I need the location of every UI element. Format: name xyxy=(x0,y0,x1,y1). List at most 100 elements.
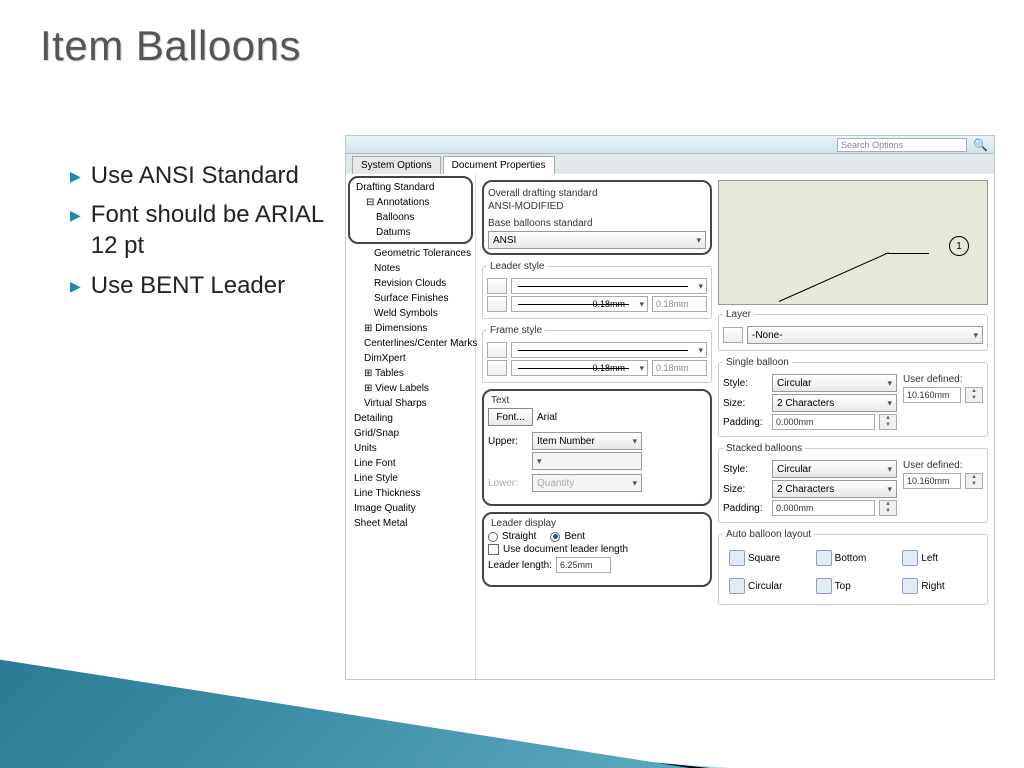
tab-document-properties[interactable]: Document Properties xyxy=(443,156,555,174)
base-standard-select[interactable]: ANSI xyxy=(488,231,706,249)
tree-centerlines[interactable]: Centerlines/Center Marks xyxy=(350,336,471,351)
tree-weldsymbols[interactable]: Weld Symbols xyxy=(350,306,471,321)
stacked-balloons-legend: Stacked balloons xyxy=(723,443,805,454)
spinner[interactable]: ▲▼ xyxy=(965,473,983,489)
frame-thick-select[interactable]: 0.18mm xyxy=(511,360,648,376)
stacked-userdef-input[interactable]: 10.160mm xyxy=(903,473,961,489)
single-size-select[interactable]: 2 Characters xyxy=(772,394,897,412)
tree-panel: Drafting Standard ⊟ Annotations Balloons… xyxy=(346,174,476,680)
single-padding-input[interactable]: 0.000mm xyxy=(772,414,875,430)
single-padding-label: Padding: xyxy=(723,417,768,428)
leader-length-label: Leader length: xyxy=(488,560,552,571)
single-style-label: Style: xyxy=(723,378,768,389)
radio-straight[interactable] xyxy=(488,532,498,542)
stacked-userdef-label: User defined: xyxy=(903,460,983,471)
tree-imagequality[interactable]: Image Quality xyxy=(350,501,471,516)
callout-overall-standard: Overall drafting standard ANSI-MODIFIED … xyxy=(482,180,712,255)
layout-left[interactable]: Left xyxy=(898,546,981,570)
leader-display-legend: Leader display xyxy=(488,518,559,529)
stacked-size-select[interactable]: 2 Characters xyxy=(772,480,897,498)
font-button[interactable]: Font... xyxy=(488,408,533,426)
tree-geotol[interactable]: Geometric Tolerances xyxy=(350,246,471,261)
tree-surfacefinish[interactable]: Surface Finishes xyxy=(350,291,471,306)
single-style-select[interactable]: Circular xyxy=(772,374,897,392)
bullet-text: Use BENT Leader xyxy=(91,270,285,301)
upper-extra-select[interactable] xyxy=(532,452,642,470)
straight-label: Straight xyxy=(502,531,536,542)
frame-line-select[interactable] xyxy=(511,342,707,358)
leader-style-legend: Leader style xyxy=(487,261,547,272)
auto-layout-group: Auto balloon layout Square Bottom Left C… xyxy=(718,529,988,605)
single-userdef-input[interactable]: 10.160mm xyxy=(903,387,961,403)
leader-thick-select[interactable]: 0.18mm xyxy=(511,296,648,312)
tree-units[interactable]: Units xyxy=(350,441,471,456)
upper-select[interactable]: Item Number xyxy=(532,432,642,450)
tree-sheetmetal[interactable]: Sheet Metal xyxy=(350,516,471,531)
balloon-preview: 1 xyxy=(718,180,988,305)
tree-detailing[interactable]: Detailing xyxy=(350,411,471,426)
tree-virtualsharps[interactable]: Virtual Sharps xyxy=(350,396,471,411)
square-icon xyxy=(729,550,745,566)
tree-annotations[interactable]: ⊟ Annotations xyxy=(352,195,469,210)
lower-select: Quantity xyxy=(532,474,642,492)
leader-length-input[interactable]: 6.25mm xyxy=(556,557,611,573)
radio-bent[interactable] xyxy=(550,532,560,542)
circular-icon xyxy=(729,578,745,594)
tree-revclouds[interactable]: Revision Clouds xyxy=(350,276,471,291)
tree-viewlabels[interactable]: ⊞ View Labels xyxy=(350,381,471,396)
tree-notes[interactable]: Notes xyxy=(350,261,471,276)
bullet-arrow-icon: ▶ xyxy=(70,168,81,185)
leader-thick-input[interactable]: 0.18mm xyxy=(652,296,707,312)
layer-legend: Layer xyxy=(723,309,754,320)
preview-balloon-number: 1 xyxy=(949,236,969,256)
bullet-text: Use ANSI Standard xyxy=(91,160,299,191)
tree-tables[interactable]: ⊞ Tables xyxy=(350,366,471,381)
layout-square[interactable]: Square xyxy=(725,546,808,570)
stacked-padding-input[interactable]: 0.000mm xyxy=(772,500,875,516)
tree-dimensions[interactable]: ⊞ Dimensions xyxy=(350,321,471,336)
spinner[interactable]: ▲▼ xyxy=(879,414,897,430)
tree-linestyle[interactable]: Line Style xyxy=(350,471,471,486)
layout-top[interactable]: Top xyxy=(812,574,895,598)
single-balloon-group: Single balloon Style:Circular Size:2 Cha… xyxy=(718,357,988,437)
stacked-size-label: Size: xyxy=(723,484,768,495)
spinner[interactable]: ▲▼ xyxy=(879,500,897,516)
tree-datums[interactable]: Datums xyxy=(352,225,469,240)
overall-standard-label: Overall drafting standard xyxy=(488,188,706,199)
layout-circular[interactable]: Circular xyxy=(725,574,808,598)
dialog-topbar: Search Options 🔍 xyxy=(346,136,994,154)
text-legend: Text xyxy=(488,395,512,406)
left-icon xyxy=(902,550,918,566)
stacked-balloons-group: Stacked balloons Style: Circular Size: 2 C… xyxy=(718,443,988,523)
tab-row: System Options Document Properties xyxy=(346,154,994,174)
stacked-style-label: Style: xyxy=(723,464,768,475)
search-icon[interactable]: 🔍 xyxy=(973,138,988,152)
bullet-arrow-icon: ▶ xyxy=(70,207,81,224)
layout-bottom[interactable]: Bottom xyxy=(812,546,895,570)
options-dialog: Search Options 🔍 System Options Document… xyxy=(345,135,995,680)
tree-drafting-standard[interactable]: Drafting Standard xyxy=(352,180,469,195)
stacked-style-select[interactable]: Circular xyxy=(772,460,897,478)
tab-system-options[interactable]: System Options xyxy=(352,156,441,174)
frame-start-icon[interactable] xyxy=(487,342,507,358)
use-doc-length-checkbox[interactable] xyxy=(488,544,499,555)
tree-gridsnap[interactable]: Grid/Snap xyxy=(350,426,471,441)
right-icon xyxy=(902,578,918,594)
spinner[interactable]: ▲▼ xyxy=(965,387,983,403)
search-input[interactable]: Search Options xyxy=(837,138,967,152)
single-balloon-legend: Single balloon xyxy=(723,357,792,368)
tree-linefont[interactable]: Line Font xyxy=(350,456,471,471)
tree-linethickness[interactable]: Line Thickness xyxy=(350,486,471,501)
frame-thick-input[interactable]: 0.18mm xyxy=(652,360,707,376)
layout-right[interactable]: Right xyxy=(898,574,981,598)
frame-thick-icon[interactable] xyxy=(487,360,507,376)
leader-style-group: Leader style 0.18mm0.18mm xyxy=(482,261,712,319)
layer-select[interactable]: -None- xyxy=(747,326,983,344)
lower-label: Lower: xyxy=(488,478,528,489)
leader-thick-icon[interactable] xyxy=(487,296,507,312)
leader-line-select[interactable] xyxy=(511,278,707,294)
callout-leader-display: Leader display Straight Bent Use documen… xyxy=(482,512,712,587)
tree-balloons[interactable]: Balloons xyxy=(352,210,469,225)
leader-start-icon[interactable] xyxy=(487,278,507,294)
tree-dimxpert[interactable]: DimXpert xyxy=(350,351,471,366)
